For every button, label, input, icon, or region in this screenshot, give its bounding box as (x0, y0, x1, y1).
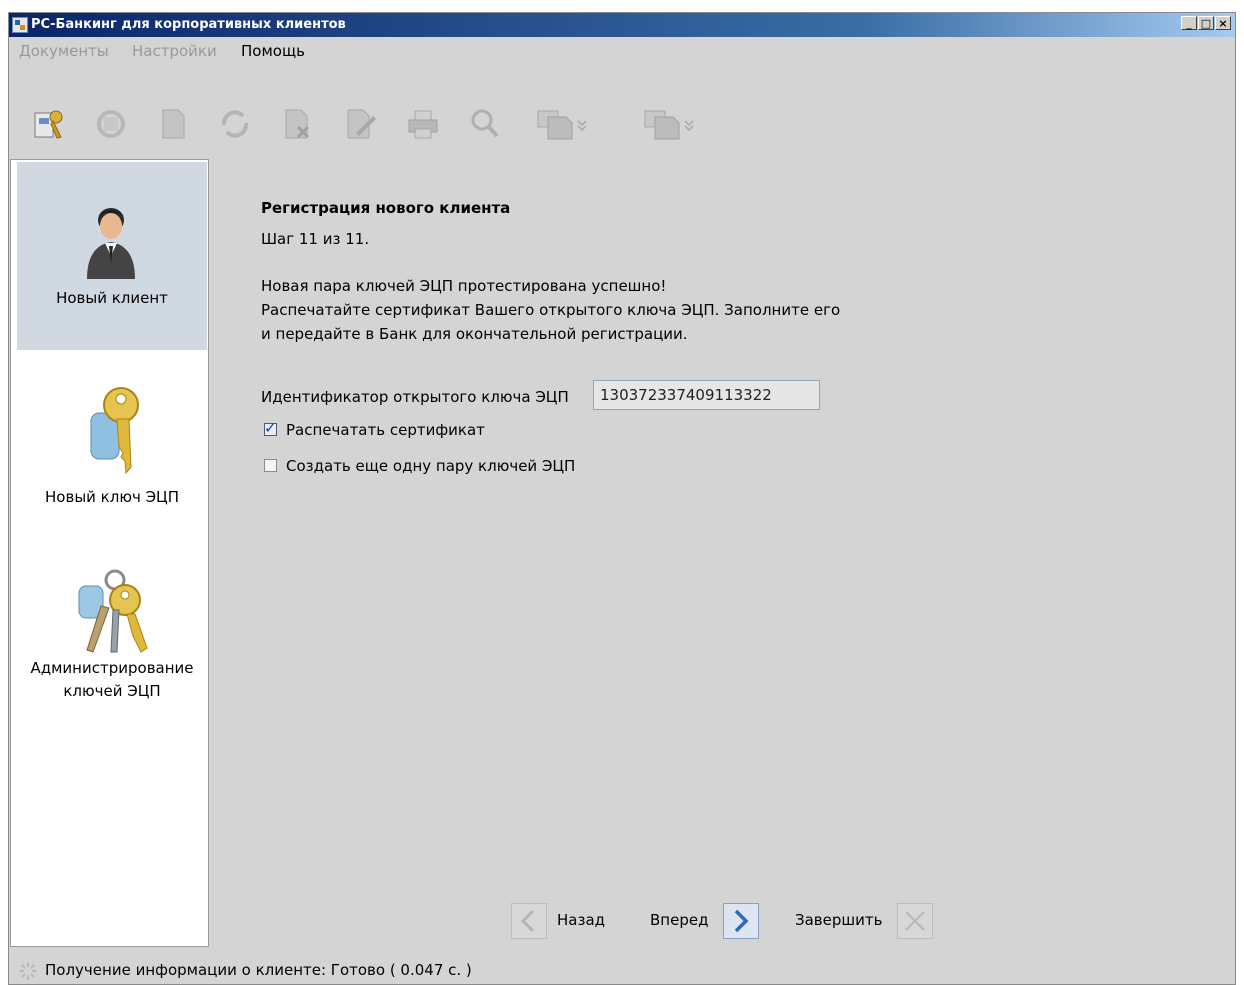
import-icon[interactable] (534, 105, 592, 143)
create-another-pair-checkbox[interactable]: Создать еще одну пару ключей ЭЦП (264, 457, 575, 479)
menu-bar: Документы Настройки Помощь (9, 37, 1235, 63)
export-icon[interactable] (641, 105, 699, 143)
nav-key-admin-label-1: Администрирование (30, 659, 194, 677)
login-icon[interactable] (31, 105, 69, 143)
window-title: РС-Банкинг для корпоративных клиентов (31, 17, 346, 32)
app-icon (12, 17, 28, 33)
message-line-2: Распечатайте сертификат Вашего открытого… (261, 301, 841, 319)
print-certificate-checkbox[interactable]: ✓ Распечатать сертификат (264, 419, 485, 443)
key-id-label: Идентификатор открытого ключа ЭЦП (261, 388, 569, 406)
edit-document-icon[interactable] (340, 105, 378, 143)
print-certificate-label: Распечатать сертификат (286, 421, 485, 439)
nav-new-key-label: Новый ключ ЭЦП (45, 488, 179, 506)
nav-new-client[interactable]: Новый клиент (17, 162, 207, 350)
user-icon (87, 208, 135, 279)
wizard-content: Регистрация нового клиента Шаг 11 из 11.… (209, 159, 1235, 947)
back-label[interactable]: Назад (557, 911, 605, 929)
toolbar (9, 63, 1235, 159)
checkbox-unchecked-icon (264, 459, 277, 472)
back-button[interactable] (511, 903, 547, 939)
menu-settings[interactable]: Настройки (132, 42, 217, 60)
nav-new-client-label: Новый клиент (56, 289, 168, 307)
wizard-step: Шаг 11 из 11. (261, 230, 370, 248)
menu-help[interactable]: Помощь (241, 42, 305, 60)
finish-button[interactable] (897, 903, 933, 939)
keys-bunch-icon (78, 569, 148, 653)
next-label[interactable]: Вперед (650, 911, 708, 929)
key-id-field[interactable] (593, 380, 820, 410)
create-another-pair-label: Создать еще одну пару ключей ЭЦП (286, 457, 576, 475)
refresh-icon[interactable] (216, 105, 254, 143)
loading-spinner-icon (19, 962, 37, 980)
status-text: Получение информации о клиенте: Готово (… (45, 961, 472, 979)
delete-document-icon[interactable] (278, 105, 316, 143)
wizard-title: Регистрация нового клиента (261, 199, 511, 217)
checkbox-checked-icon: ✓ (264, 419, 277, 437)
key-icon (90, 387, 139, 475)
search-icon[interactable] (466, 105, 504, 143)
message-line-1: Новая пара ключей ЭЦП протестирована усп… (261, 277, 667, 295)
print-icon[interactable] (404, 105, 442, 143)
close-button[interactable]: × (1215, 16, 1231, 30)
title-bar[interactable]: РС-Банкинг для корпоративных клиентов _ □… (9, 13, 1235, 37)
main-window: РС-Банкинг для корпоративных клиентов _ □… (8, 12, 1236, 985)
finish-label[interactable]: Завершить (795, 911, 882, 929)
minimize-button[interactable]: _ (1181, 16, 1197, 30)
status-bar: Получение информации о клиенте: Готово (… (9, 957, 1235, 985)
next-button[interactable] (723, 903, 759, 939)
maximize-button[interactable]: □ (1198, 16, 1214, 30)
nav-new-key[interactable]: Новый ключ ЭЦП (17, 365, 207, 525)
sync-icon[interactable] (92, 105, 130, 143)
nav-key-admin[interactable]: Администрирование ключей ЭЦП (17, 550, 207, 725)
navigation-panel: Новый клиент Новый ключ ЭЦП Администриро… (10, 159, 209, 947)
document-icon[interactable] (154, 105, 192, 143)
nav-key-admin-label-2: ключей ЭЦП (63, 682, 161, 700)
menu-documents[interactable]: Документы (19, 42, 109, 60)
message-line-3: и передайте в Банк для окончательной рег… (261, 325, 688, 343)
